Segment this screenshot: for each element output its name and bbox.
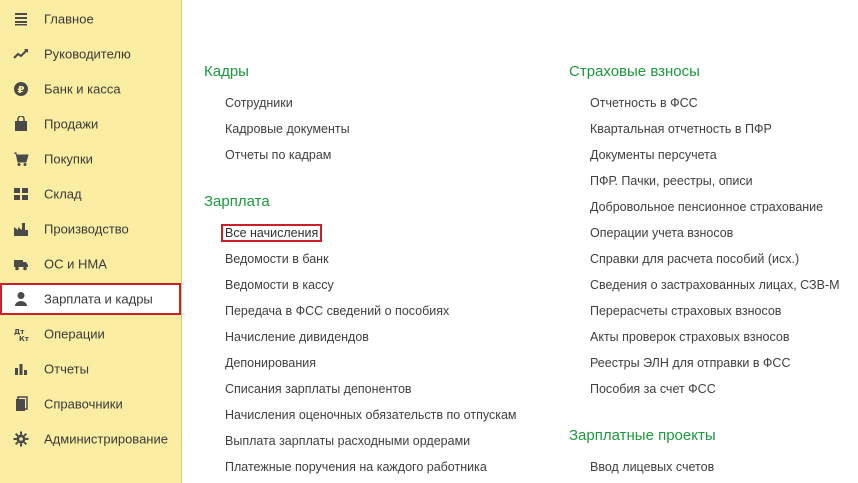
zarplata-link[interactable]: Списания зарплаты депонентов <box>225 382 412 396</box>
sidebar-item-7[interactable]: Производство <box>0 215 182 243</box>
menu-lines-icon <box>13 11 29 27</box>
kadry-link[interactable]: Кадровые документы <box>225 122 350 136</box>
sidebar-item-label: ОС и НМА <box>44 256 107 272</box>
sidebar-item-label: Операции <box>44 326 105 342</box>
dt-kt-icon: Дт Кт <box>13 326 29 342</box>
sidebar-item-label: Зарплата и кадры <box>44 291 153 307</box>
truck-icon <box>13 256 29 272</box>
sidebar-item-13[interactable]: Администрирование <box>0 425 182 453</box>
kadry-link[interactable]: Сотрудники <box>225 96 293 110</box>
vznosy-link[interactable]: ПФР. Пачки, реестры, описи <box>590 174 753 188</box>
ruble-coin-icon: ₽ <box>13 81 29 97</box>
sidebar-item-label: Руководителю <box>44 46 131 62</box>
sidebar-item-label: Склад <box>44 186 82 202</box>
sidebar-item-9[interactable]: Зарплата и кадры <box>0 283 181 315</box>
zarplata-link[interactable]: Платежные поручения на каждого работника <box>225 460 487 474</box>
zarplata-link[interactable]: Ведомости в кассу <box>225 278 334 292</box>
sidebar-item-3[interactable]: ₽ Банк и касса <box>0 75 182 103</box>
kadry-link[interactable]: Отчеты по кадрам <box>225 148 331 162</box>
zarplata-title: Зарплата <box>204 193 270 210</box>
sidebar-item-1[interactable]: Главное <box>0 5 182 33</box>
shopping-bag-icon <box>13 116 29 132</box>
sidebar-item-label: Администрирование <box>44 431 168 447</box>
zarplata-link[interactable]: Начисления оценочных обязательств по отп… <box>225 408 517 422</box>
svg-text:₽: ₽ <box>18 85 25 96</box>
proekty-link[interactable]: Ввод лицевых счетов <box>590 460 714 474</box>
trend-icon <box>13 46 29 62</box>
sidebar-item-label: Покупки <box>44 151 93 167</box>
books-icon <box>13 396 29 412</box>
zarplata-link[interactable]: Все начисления <box>221 224 323 242</box>
bar-chart-icon <box>13 361 29 377</box>
person-icon <box>13 291 29 307</box>
sidebar-item-8[interactable]: ОС и НМА <box>0 250 182 278</box>
vznosy-link[interactable]: Справки для расчета пособий (исх.) <box>590 252 799 266</box>
sidebar-item-10[interactable]: Дт Кт Операции <box>0 320 182 348</box>
zarplata-link[interactable]: Выплата зарплаты расходными ордерами <box>225 434 470 448</box>
warehouse-grid-icon <box>13 186 29 202</box>
factory-icon <box>13 221 29 237</box>
sidebar-item-label: Справочники <box>44 396 123 412</box>
zarplata-link[interactable]: Ведомости в банк <box>225 252 329 266</box>
vznosy-link[interactable]: Отчетность в ФСС <box>590 96 698 110</box>
vznosy-title: Страховые взносы <box>569 63 700 80</box>
sidebar-item-12[interactable]: Справочники <box>0 390 182 418</box>
sidebar-item-label: Продажи <box>44 116 99 132</box>
zarplata-link[interactable]: Депонирования <box>225 356 316 370</box>
svg-text:Кт: Кт <box>19 335 29 342</box>
sidebar-item-4[interactable]: Продажи <box>0 110 182 138</box>
zarplata-link[interactable]: Начисление дивидендов <box>225 330 369 344</box>
zarplata-link[interactable]: Передача в ФСС сведений о пособиях <box>225 304 449 318</box>
sidebar-item-11[interactable]: Отчеты <box>0 355 182 383</box>
sidebar: Главное Руководителю ₽ Банк и касса Продажи П… <box>0 0 182 483</box>
gear-icon <box>13 431 29 447</box>
sidebar-item-label: Отчеты <box>44 361 89 377</box>
vznosy-link[interactable]: Документы персучета <box>590 148 717 162</box>
vznosy-link[interactable]: Сведения о застрахованных лицах, СЗВ-М <box>590 278 840 292</box>
kadry-title: Кадры <box>204 63 249 80</box>
vznosy-link[interactable]: Реестры ЭЛН для отправки в ФСС <box>590 356 791 370</box>
vznosy-link[interactable]: Квартальная отчетность в ПФР <box>590 122 772 136</box>
proekty-title: Зарплатные проекты <box>569 427 716 444</box>
sidebar-item-label: Банк и касса <box>44 81 121 97</box>
vznosy-link[interactable]: Акты проверок страховых взносов <box>590 330 789 344</box>
vznosy-link[interactable]: Операции учета взносов <box>590 226 733 240</box>
vznosy-link[interactable]: Пособия за счет ФСС <box>590 382 716 396</box>
sidebar-item-label: Производство <box>44 221 129 237</box>
sidebar-item-label: Главное <box>44 11 94 27</box>
cart-icon <box>13 151 29 167</box>
sidebar-item-2[interactable]: Руководителю <box>0 40 182 68</box>
sidebar-item-5[interactable]: Покупки <box>0 145 182 173</box>
vznosy-link[interactable]: Добровольное пенсионное страхование <box>590 200 823 214</box>
vznosy-link[interactable]: Перерасчеты страховых взносов <box>590 304 781 318</box>
sidebar-item-6[interactable]: Склад <box>0 180 182 208</box>
